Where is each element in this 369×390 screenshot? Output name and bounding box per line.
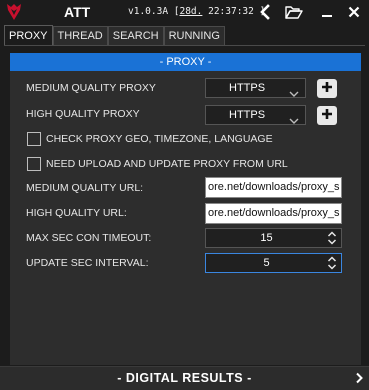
tab-proxy[interactable]: PROXY xyxy=(4,25,53,45)
folder-icon[interactable] xyxy=(283,2,305,22)
plus-icon xyxy=(321,81,333,96)
medium-proxy-value: HTTPS xyxy=(229,82,266,94)
interval-value: 5 xyxy=(263,257,270,269)
add-high-proxy-button[interactable] xyxy=(317,106,337,125)
add-medium-proxy-button[interactable] xyxy=(317,79,337,98)
plus-icon xyxy=(321,108,333,123)
title-bar: ATT v1.0.3A [28d. 22:37:32 ] xyxy=(0,0,369,24)
high-url-input[interactable]: ore.net/downloads/proxy_s xyxy=(205,203,342,224)
stepper-arrows-icon[interactable] xyxy=(327,231,337,245)
medium-proxy-select[interactable]: HTTPS xyxy=(205,78,306,98)
interval-stepper[interactable]: 5 xyxy=(205,253,342,273)
back-arrow-icon[interactable] xyxy=(254,2,276,22)
interval-label: UPDATE SEC INTERVAL: xyxy=(26,257,149,269)
need-upload-label: NEED UPLOAD AND UPDATE PROXY FROM URL xyxy=(46,158,288,170)
timeout-label: MAX SEC CON TIMEOUT: xyxy=(26,232,152,244)
footer-title: - DIGITAL RESULTS - xyxy=(117,371,252,385)
logo-icon xyxy=(6,3,22,21)
tab-search[interactable]: SEARCH xyxy=(107,26,164,45)
check-geo-checkbox[interactable] xyxy=(27,132,41,146)
chevron-right-icon[interactable] xyxy=(355,372,363,387)
footer-bar: - DIGITAL RESULTS - xyxy=(0,366,369,390)
medium-url-input[interactable]: ore.net/downloads/proxy_s xyxy=(205,177,342,198)
tab-divider xyxy=(4,45,365,46)
tab-thread[interactable]: THREAD xyxy=(52,26,108,45)
close-icon[interactable] xyxy=(343,2,365,22)
high-url-label: HIGH QUALITY URL: xyxy=(26,207,127,219)
minimize-icon[interactable] xyxy=(316,2,338,22)
need-upload-checkbox[interactable] xyxy=(27,157,41,171)
tab-bar: PROXY THREAD SEARCH RUNNING xyxy=(4,25,225,45)
version-prefix: v1.0.3A [ xyxy=(128,6,180,17)
version-label: v1.0.3A [28d. 22:37:32 ] xyxy=(128,6,265,17)
medium-url-label: MEDIUM QUALITY URL: xyxy=(26,182,144,194)
chevron-down-icon xyxy=(289,85,299,103)
high-proxy-value: HTTPS xyxy=(229,109,266,121)
high-proxy-label: HIGH QUALITY PROXY xyxy=(26,108,140,120)
tab-running[interactable]: RUNNING xyxy=(163,26,225,45)
high-proxy-select[interactable]: HTTPS xyxy=(205,105,306,125)
section-header: - PROXY - xyxy=(10,53,361,71)
app-title: ATT xyxy=(64,4,91,20)
timeout-value: 15 xyxy=(260,232,273,244)
version-days: 28d. xyxy=(179,6,203,17)
chevron-down-icon xyxy=(289,112,299,130)
medium-proxy-label: MEDIUM QUALITY PROXY xyxy=(26,82,156,94)
proxy-panel: - PROXY - MEDIUM QUALITY PROXY HTTPS HIG… xyxy=(10,53,361,365)
check-geo-label: CHECK PROXY GEO, TIMEZONE, LANGUAGE xyxy=(46,133,273,145)
timeout-stepper[interactable]: 15 xyxy=(205,228,342,248)
stepper-arrows-icon[interactable] xyxy=(327,256,337,270)
